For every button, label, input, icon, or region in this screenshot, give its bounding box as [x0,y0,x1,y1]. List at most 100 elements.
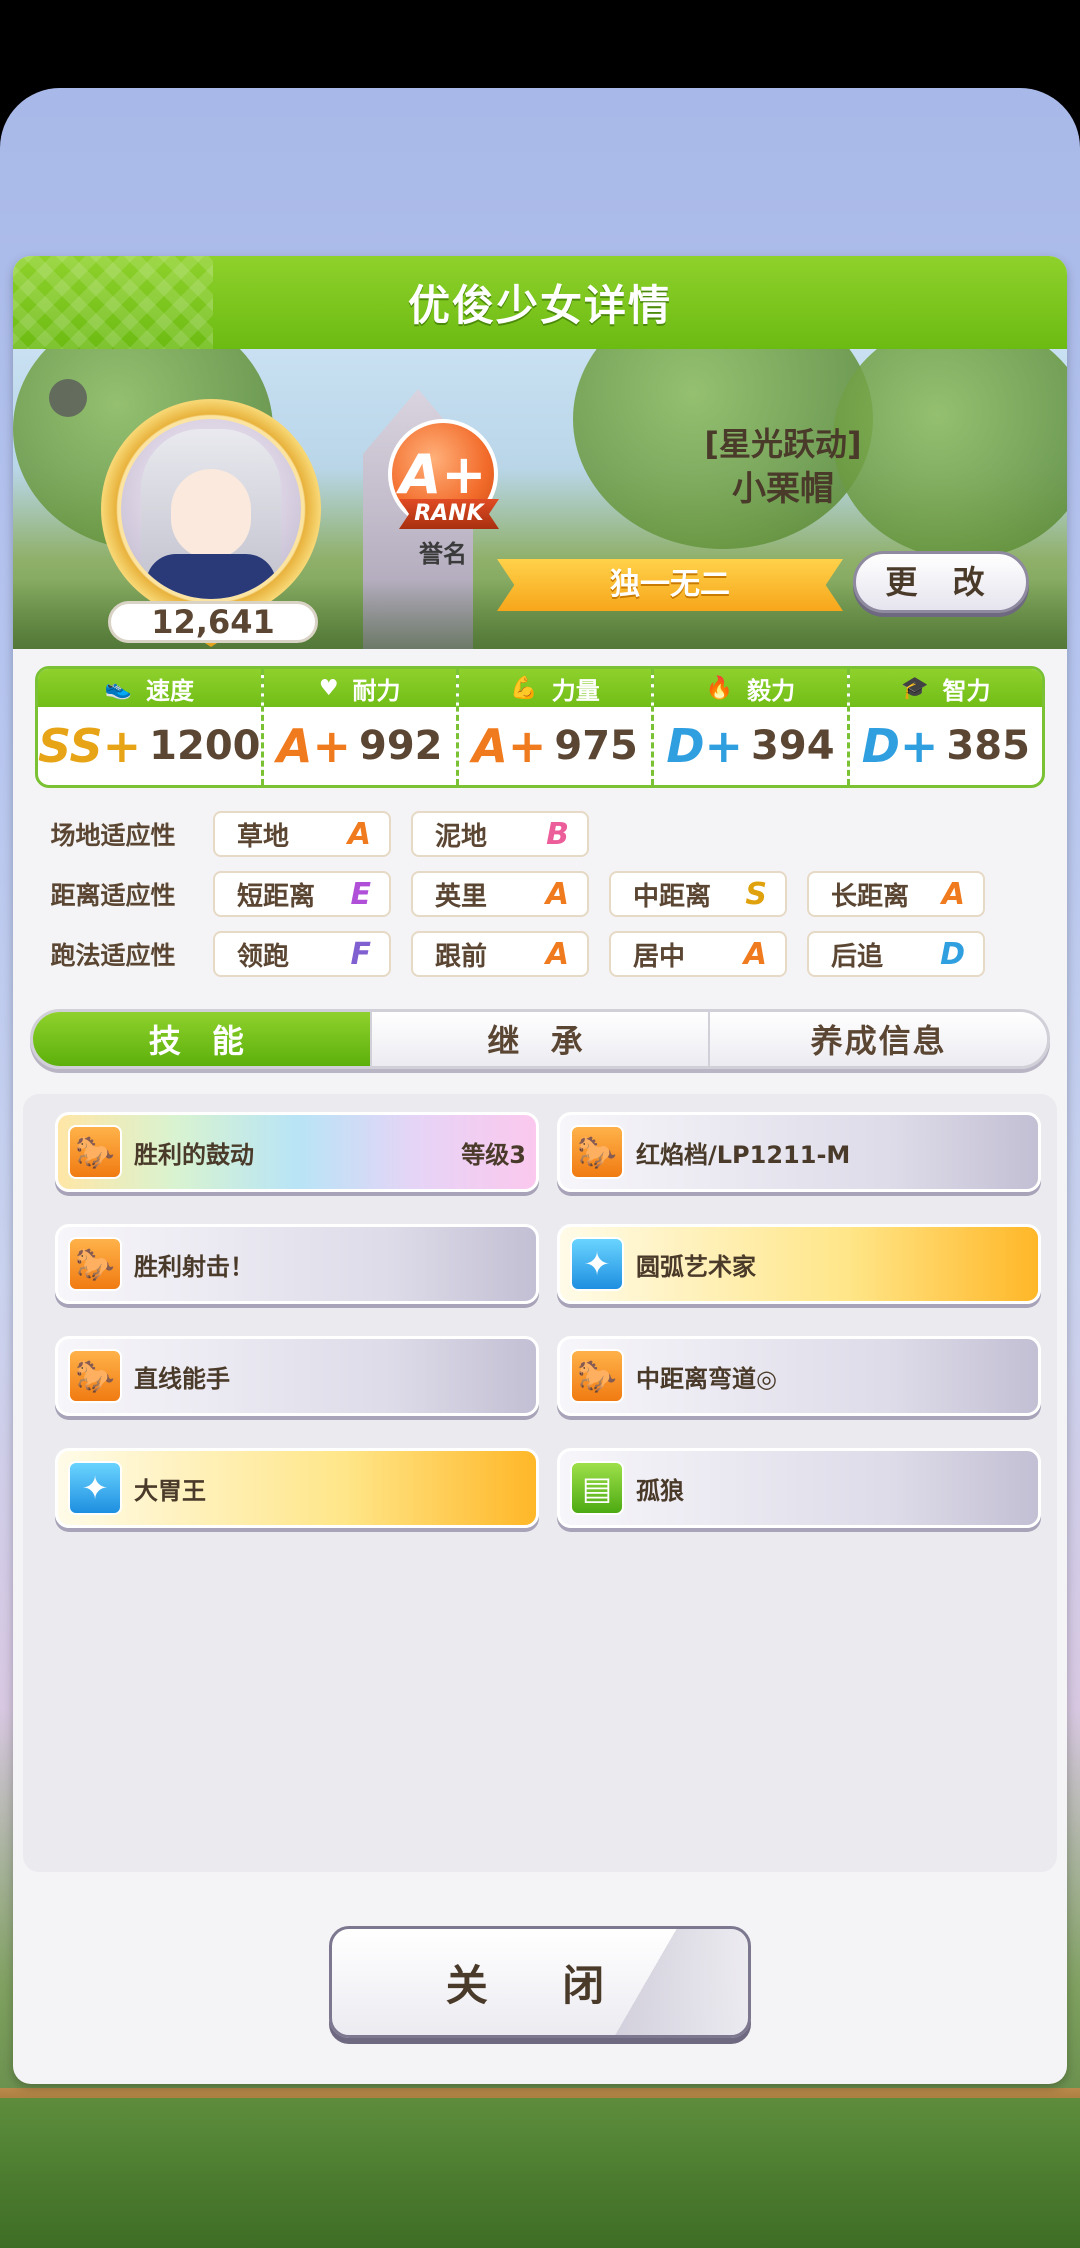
stat-label: 耐力 [352,676,401,705]
aptitude-cell: 泥地 B [411,811,589,857]
skill-name: 大胃王 [134,1476,206,1505]
aptitude-grade: D [940,936,965,972]
skill-list: 🐎 胜利的鼓动 等级3 🐎 红焰档/LP1211-M 🐎 胜利射击！ ✦ 圆弧艺术家 🐎 直线能手 🐎… [23,1094,1057,1872]
skill-item[interactable]: 🐎 直线能手 [55,1336,539,1416]
aptitude-name: 中距离 [633,881,712,912]
aptitude-cell: 短距离 E [213,871,391,917]
stairs-icon: ▤ [570,1461,624,1515]
aptitude-name: 居中 [633,941,686,972]
character-epithet: [星光跃动] [704,425,862,463]
aptitude-cell: 跟前 A [411,931,589,977]
stat-grade: SS+ [38,719,142,773]
horse-rearing-icon: 🐎 [68,1125,122,1179]
skill-item[interactable]: ✦ 圆弧艺术家 [557,1224,1041,1304]
stat-label: 速度 [145,676,194,705]
skill-name: 中距离弯道◎ [636,1364,777,1393]
dialog-header: 优俊少女详情 [13,256,1067,349]
aptitude-grade: A [743,936,767,972]
close-button[interactable]: 关 闭 [329,1926,751,2038]
stat-grade: D+ [666,719,744,773]
heart-icon: ♥ [318,675,339,701]
character-name: 小栗帽 [732,469,834,509]
stat-value: 1200 [149,723,261,769]
tab-0[interactable]: 技 能 [33,1012,372,1066]
aptitude-grade: A [347,816,371,852]
stat-1: ♥ 耐力 A+ 992 [263,669,459,785]
skill-name: 红焰档/LP1211-M [636,1140,851,1169]
stat-body: D+ 385 [850,707,1042,785]
aptitude-name: 长距离 [831,881,910,912]
stat-3: 🔥 毅力 D+ 394 [654,669,850,785]
stat-body: D+ 394 [654,707,846,785]
aptitude-name: 跟前 [435,941,488,972]
track-aptitude-row: 场地适应性 草地 A 泥地 B [13,810,1067,858]
skill-level: 等级3 [461,1140,526,1169]
change-title-button[interactable]: 更 改 [853,551,1029,613]
muscle-icon: 💪 [510,675,538,701]
sparkle-icon: ✦ [570,1237,624,1291]
aptitude-name: 领跑 [237,941,290,972]
tab-2[interactable]: 养成信息 [710,1012,1047,1066]
stat-label: 智力 [942,676,991,705]
tab-1[interactable]: 继 承 [371,1012,711,1066]
rank-label: 誉名 [419,540,467,568]
carrot-icon [49,379,87,417]
aptitude-grade: E [350,876,372,912]
stats-panel: 👟 速度 SS+ 1200 ♥ 耐力 A+ 992 💪 力量 A+ 975 🔥 毅力 D+ 394 🎓 智力 D+ 3… [35,666,1045,788]
style-aptitude-row: 跑法适应性 领跑 F 跟前 A 居中 A 后追 D [13,930,1067,978]
skill-item[interactable]: 🐎 红焰档/LP1211-M [557,1112,1041,1192]
graduation-cap-icon: 🎓 [901,675,929,701]
aptitude-name: 泥地 [435,821,488,852]
aptitude-grade: A [545,876,569,912]
skill-item[interactable]: 🐎 胜利的鼓动 等级3 [55,1112,539,1192]
skill-name: 胜利射击！ [134,1252,254,1281]
sparkle-icon: ✦ [68,1461,122,1515]
stat-header: 👟 速度 [38,669,261,707]
aptitude-grade: A [941,876,965,912]
stat-header: 🎓 智力 [849,669,1042,707]
aptitude-grade: A [545,936,569,972]
aptitude-label: 距离适应性 [50,881,176,910]
aptitude-cell: 英里 A [411,871,589,917]
aptitude-cell: 后追 D [807,931,985,977]
skill-name: 胜利的鼓动 [134,1140,254,1169]
skill-item[interactable]: ✦ 大胃王 [55,1448,539,1528]
stat-body: SS+ 1200 [38,707,261,785]
stat-header: 🔥 毅力 [654,669,847,707]
stat-label: 力量 [551,676,600,705]
skill-item[interactable]: 🐎 胜利射击！ [55,1224,539,1304]
flame-icon: 🔥 [705,675,734,701]
skill-item[interactable]: 🐎 中距离弯道◎ [557,1336,1041,1416]
grass [0,2098,1080,2248]
profile-banner: 12,641 A+ RANK 誉名 [星光跃动] 小栗帽 独一无二 更 改 [13,349,1067,649]
stat-0: 👟 速度 SS+ 1200 [38,669,264,785]
stat-grade: A+ [276,719,352,773]
horse-rearing-icon: 🐎 [570,1125,624,1179]
stat-header: ♥ 耐力 [263,669,456,707]
stat-body: A+ 975 [459,707,651,785]
horse-rearing-icon: 🐎 [68,1237,122,1291]
avatar [121,419,301,599]
skill-item[interactable]: ▤ 孤狼 [557,1448,1041,1528]
title-badge: 独一无二 [497,559,843,611]
aptitude-name: 后追 [831,941,884,972]
stat-4: 🎓 智力 D+ 385 [849,669,1042,785]
aptitude-cell: 中距离 S [609,871,787,917]
horse-rearing-icon: 🐎 [570,1349,624,1403]
skill-name: 圆弧艺术家 [636,1252,756,1281]
shoe-icon: 👟 [104,675,132,701]
stat-body: A+ 992 [264,707,456,785]
aptitude-grade: S [745,876,767,912]
stat-grade: D+ [861,719,939,773]
aptitude-label: 场地适应性 [50,821,176,850]
detail-tabs: 技 能继 承养成信息 [30,1009,1050,1069]
stat-value: 992 [359,723,443,769]
umamusume-detail-dialog: 优俊少女详情 12,641 A+ RANK 誉名 [星光跃动] 小栗帽 独一无二… [13,256,1067,2084]
rank-grade: A+ [399,442,487,506]
character-avatar[interactable] [101,399,321,619]
rank-ribbon: RANK [399,499,499,529]
fan-points: 12,641 [108,601,318,643]
stat-label: 毅力 [747,676,796,705]
aptitude-cell: 长距离 A [807,871,985,917]
aptitude-cell: 领跑 F [213,931,391,977]
